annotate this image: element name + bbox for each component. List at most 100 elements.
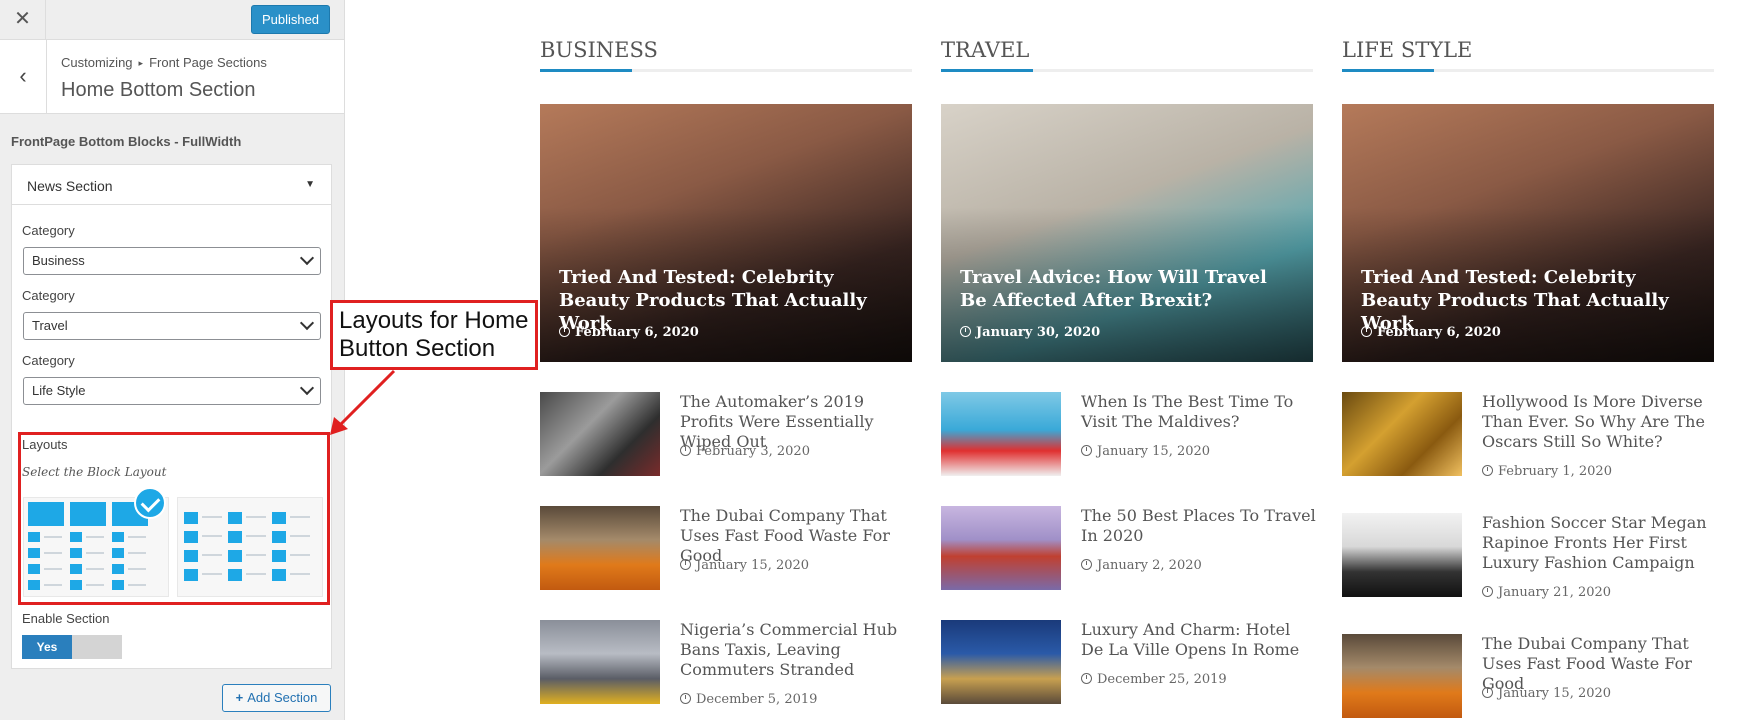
- travel-column: TRAVEL Travel Advice: How Will Travel Be…: [941, 0, 1316, 720]
- close-icon: ✕: [14, 8, 31, 30]
- thumbnail-image[interactable]: [941, 506, 1061, 590]
- business-column: BUSINESS Tried And Tested: Celebrity Bea…: [540, 0, 912, 720]
- category-select-value: Life Style: [32, 383, 86, 398]
- category-select-2[interactable]: Travel: [23, 312, 321, 340]
- clock-icon: [680, 445, 691, 456]
- thumbnail-image[interactable]: [1342, 513, 1462, 597]
- thumbnail-image[interactable]: [540, 620, 660, 704]
- thumbnail-image[interactable]: [540, 392, 660, 476]
- item-title[interactable]: The Dubai Company That Uses Fast Food Wa…: [1482, 634, 1717, 694]
- caret-down-icon: ▼: [305, 179, 315, 190]
- item-title[interactable]: The Dubai Company That Uses Fast Food Wa…: [680, 506, 915, 566]
- enable-section-toggle[interactable]: Yes: [22, 635, 122, 659]
- category-select-value: Business: [32, 253, 85, 268]
- clock-icon: [960, 326, 971, 337]
- clock-icon: [559, 326, 570, 337]
- breadcrumb-root: Customizing: [61, 55, 133, 70]
- item-title[interactable]: Hollywood Is More Diverse Than Ever. So …: [1482, 392, 1717, 452]
- item-date-text: January 15, 2020: [1097, 444, 1211, 459]
- breadcrumb-parent: Front Page Sections: [149, 55, 267, 70]
- column-divider-accent: [540, 69, 632, 72]
- item-date-text: February 1, 2020: [1498, 464, 1612, 479]
- clock-icon: [680, 559, 691, 570]
- add-section-label: Add Section: [247, 690, 318, 705]
- hero-date: January 30, 2020: [960, 325, 1100, 340]
- chevron-down-icon: [299, 250, 315, 266]
- publish-button[interactable]: Published: [251, 5, 330, 34]
- customizer-topbar: ✕ Published: [0, 0, 344, 40]
- clock-icon: [1482, 586, 1493, 597]
- hero-title[interactable]: Travel Advice: How Will Travel Be Affect…: [960, 266, 1290, 312]
- clock-icon: [1081, 559, 1092, 570]
- item-date-text: February 3, 2020: [696, 444, 810, 459]
- hero-card[interactable]: Tried And Tested: Celebrity Beauty Produ…: [540, 104, 912, 362]
- customizer-sidebar: ✕ Published ‹ Customizing ▸ Front Page Sec…: [0, 0, 345, 720]
- item-date-text: January 21, 2020: [1498, 585, 1612, 600]
- category-label-1: Category: [22, 223, 75, 238]
- column-divider-accent: [941, 69, 1033, 72]
- item-date-text: December 5, 2019: [696, 692, 818, 707]
- column-title: LIFE STYLE: [1342, 38, 1473, 62]
- item-title[interactable]: The 50 Best Places To Travel In 2020: [1081, 506, 1316, 546]
- item-date-text: January 15, 2020: [1498, 686, 1612, 701]
- item-date: February 1, 2020: [1482, 464, 1612, 479]
- clock-icon: [1081, 445, 1092, 456]
- hero-date: February 6, 2020: [559, 325, 699, 340]
- chevron-down-icon: [299, 380, 315, 396]
- item-date: January 21, 2020: [1482, 585, 1611, 600]
- column-title: TRAVEL: [941, 38, 1030, 62]
- thumbnail-image[interactable]: [540, 506, 660, 590]
- chevron-down-icon: [299, 315, 315, 331]
- category-select-1[interactable]: Business: [23, 247, 321, 275]
- plus-icon: +: [235, 690, 244, 705]
- chevron-left-icon: ‹: [19, 63, 27, 88]
- thumbnail-image[interactable]: [1342, 634, 1462, 718]
- hero-date-text: January 30, 2020: [976, 325, 1101, 340]
- section-title: Home Bottom Section: [61, 79, 256, 101]
- item-title[interactable]: Fashion Soccer Star Megan Rapinoe Fronts…: [1482, 513, 1717, 573]
- item-title[interactable]: When Is The Best Time To Visit The Maldi…: [1081, 392, 1316, 432]
- item-title[interactable]: Nigeria’s Commercial Hub Bans Taxis, Lea…: [680, 620, 915, 680]
- item-date-text: January 2, 2020: [1097, 558, 1202, 573]
- lifestyle-column: LIFE STYLE Tried And Tested: Celebrity B…: [1342, 0, 1714, 720]
- category-label-3: Category: [22, 353, 75, 368]
- breadcrumb: Customizing ▸ Front Page Sections: [61, 55, 267, 70]
- breadcrumb-separator-icon: ▸: [138, 58, 144, 68]
- hero-date-text: February 6, 2020: [575, 325, 699, 340]
- item-date: December 25, 2019: [1081, 672, 1227, 687]
- item-date-text: January 15, 2020: [696, 558, 810, 573]
- thumbnail-image[interactable]: [941, 392, 1061, 476]
- clock-icon: [1361, 326, 1372, 337]
- annotation-callout: Layouts for Home Button Section: [330, 300, 538, 370]
- toggle-yes-option: Yes: [22, 635, 72, 659]
- thumbnail-image[interactable]: [1342, 392, 1462, 476]
- category-select-value: Travel: [32, 318, 68, 333]
- news-section-accordion[interactable]: News Section ▼: [12, 165, 331, 205]
- item-date: January 15, 2020: [1081, 444, 1210, 459]
- item-title[interactable]: The Automaker’s 2019 Profits Were Essent…: [680, 392, 915, 452]
- item-date: January 2, 2020: [1081, 558, 1202, 573]
- column-title: BUSINESS: [540, 38, 658, 62]
- section-header: ‹ Customizing ▸ Front Page Sections Home B…: [0, 40, 344, 114]
- hero-date: February 6, 2020: [1361, 325, 1501, 340]
- hero-card[interactable]: Tried And Tested: Celebrity Beauty Produ…: [1342, 104, 1714, 362]
- item-date: January 15, 2020: [1482, 686, 1611, 701]
- thumbnail-image[interactable]: [941, 620, 1061, 704]
- category-label-2: Category: [22, 288, 75, 303]
- clock-icon: [680, 693, 691, 704]
- item-date: February 3, 2020: [680, 444, 810, 459]
- item-date-text: December 25, 2019: [1097, 672, 1227, 687]
- layout-highlight-box: [18, 432, 330, 605]
- close-customizer-button[interactable]: ✕: [0, 0, 46, 39]
- back-button[interactable]: ‹: [0, 40, 47, 113]
- category-select-3[interactable]: Life Style: [23, 377, 321, 405]
- blocks-title: FrontPage Bottom Blocks - FullWidth: [11, 134, 242, 149]
- enable-section-label: Enable Section: [22, 611, 110, 626]
- hero-card[interactable]: Travel Advice: How Will Travel Be Affect…: [941, 104, 1313, 362]
- column-divider-accent: [1342, 69, 1434, 72]
- item-date: January 15, 2020: [680, 558, 809, 573]
- item-title[interactable]: Luxury And Charm: Hotel De La Ville Open…: [1081, 620, 1316, 660]
- clock-icon: [1081, 673, 1092, 684]
- add-section-button[interactable]: + Add Section: [222, 684, 331, 712]
- hero-overlay: [941, 104, 1313, 362]
